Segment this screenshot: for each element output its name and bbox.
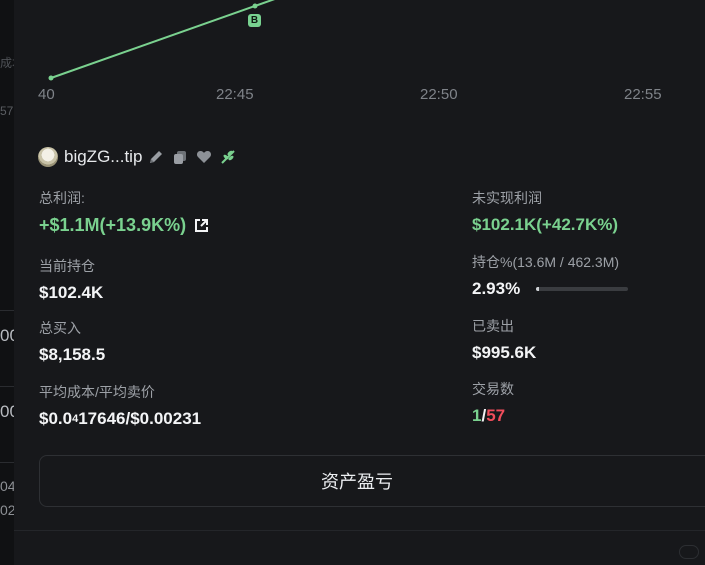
trades: 交易数 1/57 [472, 379, 514, 426]
current-holding-label: 当前持仓 [39, 258, 95, 274]
total-profit-amount: +$1.1M(+13.9K%) [39, 215, 187, 235]
holding-percent-row: 2.93% [472, 279, 629, 299]
avg-cost-label: 平均成本/平均卖价 [39, 384, 155, 400]
divider [0, 386, 14, 387]
divider [0, 310, 14, 311]
background-table-fragment: 成本 57 00 00 04 02 [0, 0, 14, 565]
total-bought-label: 总买入 [39, 320, 81, 336]
avg-cost: 平均成本/平均卖价 $0.0 4 17646/$0.00231 [39, 382, 201, 429]
heart-icon[interactable] [196, 149, 212, 165]
avatar-icon [38, 147, 58, 167]
x-tick-label: 22:55 [624, 86, 662, 103]
x-tick-label: 22:50 [420, 86, 458, 103]
page: 成本 57 00 00 04 02 B 40 22:45 22:50 22:55… [0, 0, 705, 565]
holding-progress-bar [536, 287, 629, 291]
avg-cost-value: $0.0 4 17646/$0.00231 [39, 409, 201, 429]
leaf-icon[interactable] [220, 149, 236, 165]
sell-count: 57 [486, 406, 506, 425]
unrealized-profit-label: 未实现利润 [472, 190, 542, 206]
unrealized-profit: 未实现利润 $102.1K(+42.7K%) [472, 188, 618, 235]
price-line [50, 0, 276, 79]
background-text: 成本 [0, 56, 14, 70]
total-profit: 总利润: +$1.1M(+13.9K%) [39, 188, 209, 236]
divider [14, 530, 705, 531]
avg-cost-rest: 17646/$0.00231 [78, 409, 202, 428]
watermark [679, 545, 699, 559]
x-tick-label: 40 [38, 86, 55, 103]
trades-label: 交易数 [472, 381, 514, 397]
x-tick-label: 22:45 [216, 86, 254, 103]
price-point [252, 3, 258, 9]
asset-pnl-button-label: 资产盈亏 [321, 472, 393, 492]
background-text: 02 [0, 502, 14, 518]
current-holding-value: $102.4K [39, 283, 104, 302]
total-bought-value: $8,158.5 [39, 345, 106, 364]
price-chart-svg [48, 0, 276, 81]
holding-percent: 持仓%(13.6M / 462.3M) 2.93% [472, 252, 629, 299]
background-text: 00 [0, 402, 14, 421]
holding-percent-value: 2.93% [472, 279, 521, 298]
trades-value: 1/57 [472, 406, 514, 426]
external-link-icon[interactable] [194, 218, 209, 233]
background-text: 04 [0, 478, 14, 494]
price-chart[interactable]: B 40 22:45 22:50 22:55 [14, 0, 705, 120]
holding-progress-fill [536, 287, 540, 291]
background-text: 57 [0, 104, 14, 118]
wallet-detail-panel: B 40 22:45 22:50 22:55 bigZG...tip 总利润: … [14, 0, 705, 565]
sold-label: 已卖出 [472, 318, 514, 334]
background-text: 00 [0, 326, 14, 345]
sold: 已卖出 $995.6K [472, 316, 536, 363]
divider [0, 462, 14, 463]
sold-value: $995.6K [472, 343, 537, 362]
total-bought: 总买入 $8,158.5 [39, 318, 105, 365]
total-profit-label: 总利润: [39, 190, 85, 206]
copy-icon[interactable] [172, 149, 188, 165]
buy-marker[interactable]: B [248, 14, 261, 27]
current-holding: 当前持仓 $102.4K [39, 256, 103, 303]
total-profit-value: +$1.1M(+13.9K%) [39, 215, 209, 236]
holding-percent-label: 持仓%(13.6M / 462.3M) [472, 254, 620, 270]
wallet-name[interactable]: bigZG...tip [64, 147, 142, 167]
asset-pnl-button[interactable]: 资产盈亏 [39, 455, 705, 507]
edit-icon[interactable] [148, 149, 164, 165]
unrealized-profit-value: $102.1K(+42.7K%) [472, 215, 619, 234]
price-point [48, 75, 54, 81]
wallet-header: bigZG...tip [38, 146, 244, 168]
buy-count: 1 [472, 406, 482, 425]
avg-cost-prefix: $0.0 [39, 409, 73, 428]
